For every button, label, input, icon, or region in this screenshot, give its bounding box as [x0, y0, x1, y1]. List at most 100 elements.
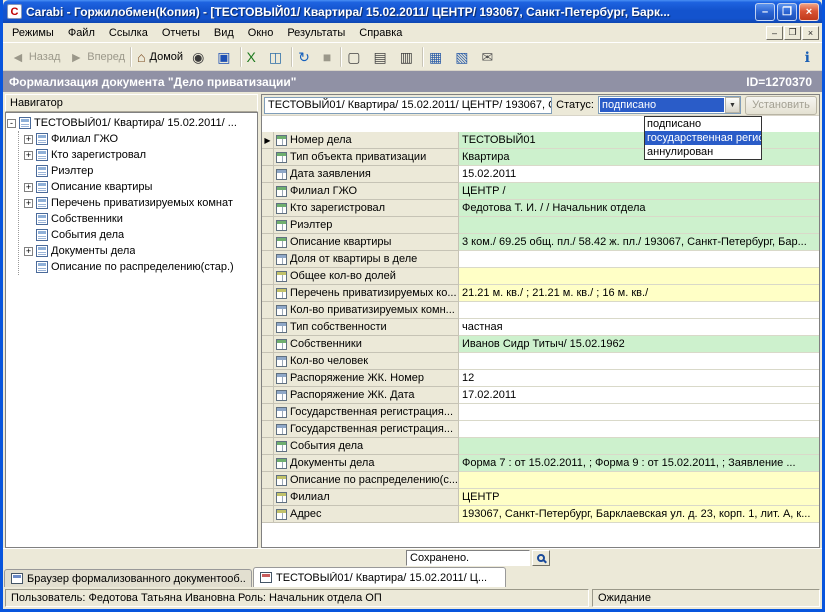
- dropdown-option[interactable]: аннулирован: [645, 145, 761, 159]
- document-tab[interactable]: ТЕСТОВЫЙ01/ Квартира/ 15.02.2011/ Ц...: [253, 567, 506, 587]
- status-combobox[interactable]: подписано ▼: [598, 96, 741, 114]
- table-row[interactable]: ▶ Филиал ЦЕНТР: [262, 489, 819, 506]
- table-row[interactable]: ▶ Кто зарегистровал Федотова Т. И. / / Н…: [262, 200, 819, 217]
- expand-icon[interactable]: +: [24, 199, 33, 208]
- tree-item[interactable]: Риэлтер: [24, 163, 256, 179]
- field-value-cell[interactable]: ТЕСТОВЫЙ01: [459, 132, 819, 149]
- tree-item[interactable]: + Документы дела: [24, 243, 256, 259]
- field-value-cell[interactable]: Федотова Т. И. / / Начальник отдела: [459, 200, 819, 217]
- field-value-cell[interactable]: [459, 472, 819, 489]
- attachment-button[interactable]: ✉: [477, 46, 501, 68]
- tree-item[interactable]: Описание по распределению(стар.): [24, 259, 256, 275]
- minimize-button[interactable]: –: [755, 3, 775, 21]
- table-row[interactable]: ▶ Распоряжение ЖК. Номер 12: [262, 370, 819, 387]
- table-row[interactable]: ▶ Филиал ГЖО ЦЕНТР /: [262, 183, 819, 200]
- page-setup-button[interactable]: ▥: [396, 46, 421, 68]
- document-path-field[interactable]: ТЕСТОВЫЙ01/ Квартира/ 15.02.2011/ ЦЕНТР/…: [264, 97, 552, 114]
- field-value-cell[interactable]: [459, 438, 819, 455]
- field-value-cell[interactable]: 15.02.2011: [459, 166, 819, 183]
- forward-button[interactable]: ► Вперед: [65, 46, 129, 68]
- set-status-button[interactable]: Установить: [745, 96, 817, 115]
- maximize-button[interactable]: ❐: [777, 3, 797, 21]
- data-source-button[interactable]: ◫: [265, 46, 290, 68]
- search-button[interactable]: ◉: [188, 46, 212, 68]
- field-value-cell[interactable]: [459, 404, 819, 421]
- table-row[interactable]: ▶ Описание квартиры 3 ком./ 69.25 общ. п…: [262, 234, 819, 251]
- field-value-cell[interactable]: Форма 7 : от 15.02.2011, ; Форма 9 : от …: [459, 455, 819, 472]
- menu-item[interactable]: Файл: [61, 25, 102, 41]
- field-value-cell[interactable]: ЦЕНТР: [459, 489, 819, 506]
- tree-item[interactable]: Собственники: [24, 211, 256, 227]
- table-row[interactable]: ▶ Кол-во приватизируемых комн...: [262, 302, 819, 319]
- field-value-cell[interactable]: [459, 353, 819, 370]
- mdi-restore-button[interactable]: ❐: [784, 26, 801, 40]
- table-row[interactable]: ▶ Государственная регистрация...: [262, 404, 819, 421]
- save-button[interactable]: ▣: [213, 46, 238, 68]
- stop-button[interactable]: ■: [319, 46, 339, 68]
- menu-item[interactable]: Ссылка: [102, 25, 155, 41]
- table-row[interactable]: ▶ Собственники Иванов Сидр Титыч/ 15.02.…: [262, 336, 819, 353]
- field-value-cell[interactable]: Иванов Сидр Титыч/ 15.02.1962: [459, 336, 819, 353]
- field-value-cell[interactable]: 17.02.2011: [459, 387, 819, 404]
- table-row[interactable]: ▶ Адрес 193067, Санкт-Петербург, Барклае…: [262, 506, 819, 523]
- tree-item[interactable]: События дела: [24, 227, 256, 243]
- table-row[interactable]: ▶ Тип собственности частная: [262, 319, 819, 336]
- field-value-cell[interactable]: ЦЕНТР /: [459, 183, 819, 200]
- field-value-cell[interactable]: 12: [459, 370, 819, 387]
- tree-item[interactable]: + Перечень приватизируемых комнат: [24, 195, 256, 211]
- table-row[interactable]: ▶ Документы дела Форма 7 : от 15.02.2011…: [262, 455, 819, 472]
- back-button[interactable]: ◄ Назад: [7, 46, 64, 68]
- print-button[interactable]: ▤: [370, 46, 395, 68]
- table-row[interactable]: ▶ Дата заявления 15.02.2011: [262, 166, 819, 183]
- table-row[interactable]: ▶ Описание по распределению(с...: [262, 472, 819, 489]
- table-row[interactable]: ▶ Перечень приватизируемых ко... 21.21 м…: [262, 285, 819, 302]
- tree-item[interactable]: + Описание квартиры: [24, 179, 256, 195]
- tree-item[interactable]: + Филиал ГЖО: [24, 131, 256, 147]
- refresh-button[interactable]: ↻: [294, 46, 318, 68]
- dropdown-option[interactable]: государственная регистрация: [645, 131, 761, 145]
- field-value-cell[interactable]: [459, 268, 819, 285]
- view-log-button[interactable]: [532, 550, 550, 566]
- menu-item[interactable]: Отчеты: [155, 25, 207, 41]
- field-value-cell[interactable]: 21.21 м. кв./ ; 21.21 м. кв./ ; 16 м. кв…: [459, 285, 819, 302]
- table-row[interactable]: ▶ Риэлтер: [262, 217, 819, 234]
- menu-item[interactable]: Справка: [352, 25, 409, 41]
- info-button[interactable]: ℹ: [801, 46, 818, 68]
- menu-item[interactable]: Режимы: [5, 25, 61, 41]
- expand-icon[interactable]: +: [24, 247, 33, 256]
- menu-item[interactable]: Вид: [207, 25, 241, 41]
- menu-item[interactable]: Окно: [241, 25, 281, 41]
- table-row[interactable]: ▶ Общее кол-во долей: [262, 268, 819, 285]
- field-value-cell[interactable]: частная: [459, 319, 819, 336]
- field-value-cell[interactable]: 3 ком./ 69.25 общ. пл./ 58.42 ж. пл./ 19…: [459, 234, 819, 251]
- close-button[interactable]: ×: [799, 3, 819, 21]
- field-value-cell[interactable]: [459, 251, 819, 268]
- mdi-close-button[interactable]: ×: [802, 26, 819, 40]
- form-view-button[interactable]: ▧: [451, 46, 476, 68]
- tree-item[interactable]: + Кто зарегистровал: [24, 147, 256, 163]
- field-value-cell[interactable]: 193067, Санкт-Петербург, Барклаевская ул…: [459, 506, 819, 523]
- expand-icon[interactable]: +: [24, 135, 33, 144]
- mdi-minimize-button[interactable]: –: [766, 26, 783, 40]
- table-row[interactable]: ▶ События дела: [262, 438, 819, 455]
- expand-icon[interactable]: +: [24, 183, 33, 192]
- field-value-cell[interactable]: [459, 421, 819, 438]
- table-row[interactable]: ▶ Доля от квартиры в деле: [262, 251, 819, 268]
- tree-item-root[interactable]: - ТЕСТОВЫЙ01/ Квартира/ 15.02.2011/ ...: [7, 115, 256, 131]
- table-row[interactable]: ▶ Кол-во человек: [262, 353, 819, 370]
- field-value-cell[interactable]: [459, 217, 819, 234]
- home-button[interactable]: ⌂ Домой: [133, 46, 187, 68]
- expand-icon[interactable]: +: [24, 151, 33, 160]
- dropdown-option[interactable]: подписано: [645, 117, 761, 131]
- table-row[interactable]: ▶ Государственная регистрация...: [262, 421, 819, 438]
- document-tab[interactable]: Браузер формализованного документооб...: [4, 569, 252, 587]
- field-value-cell[interactable]: Квартира: [459, 149, 819, 166]
- menu-item[interactable]: Результаты: [280, 25, 352, 41]
- excel-export-button[interactable]: X: [243, 46, 264, 68]
- table-view-button[interactable]: ▦: [425, 46, 450, 68]
- print-preview-button[interactable]: ▢: [343, 46, 368, 68]
- table-row[interactable]: ▶ Распоряжение ЖК. Дата 17.02.2011: [262, 387, 819, 404]
- field-value-cell[interactable]: [459, 302, 819, 319]
- collapse-icon[interactable]: -: [7, 119, 16, 128]
- chevron-down-icon[interactable]: ▼: [725, 97, 740, 113]
